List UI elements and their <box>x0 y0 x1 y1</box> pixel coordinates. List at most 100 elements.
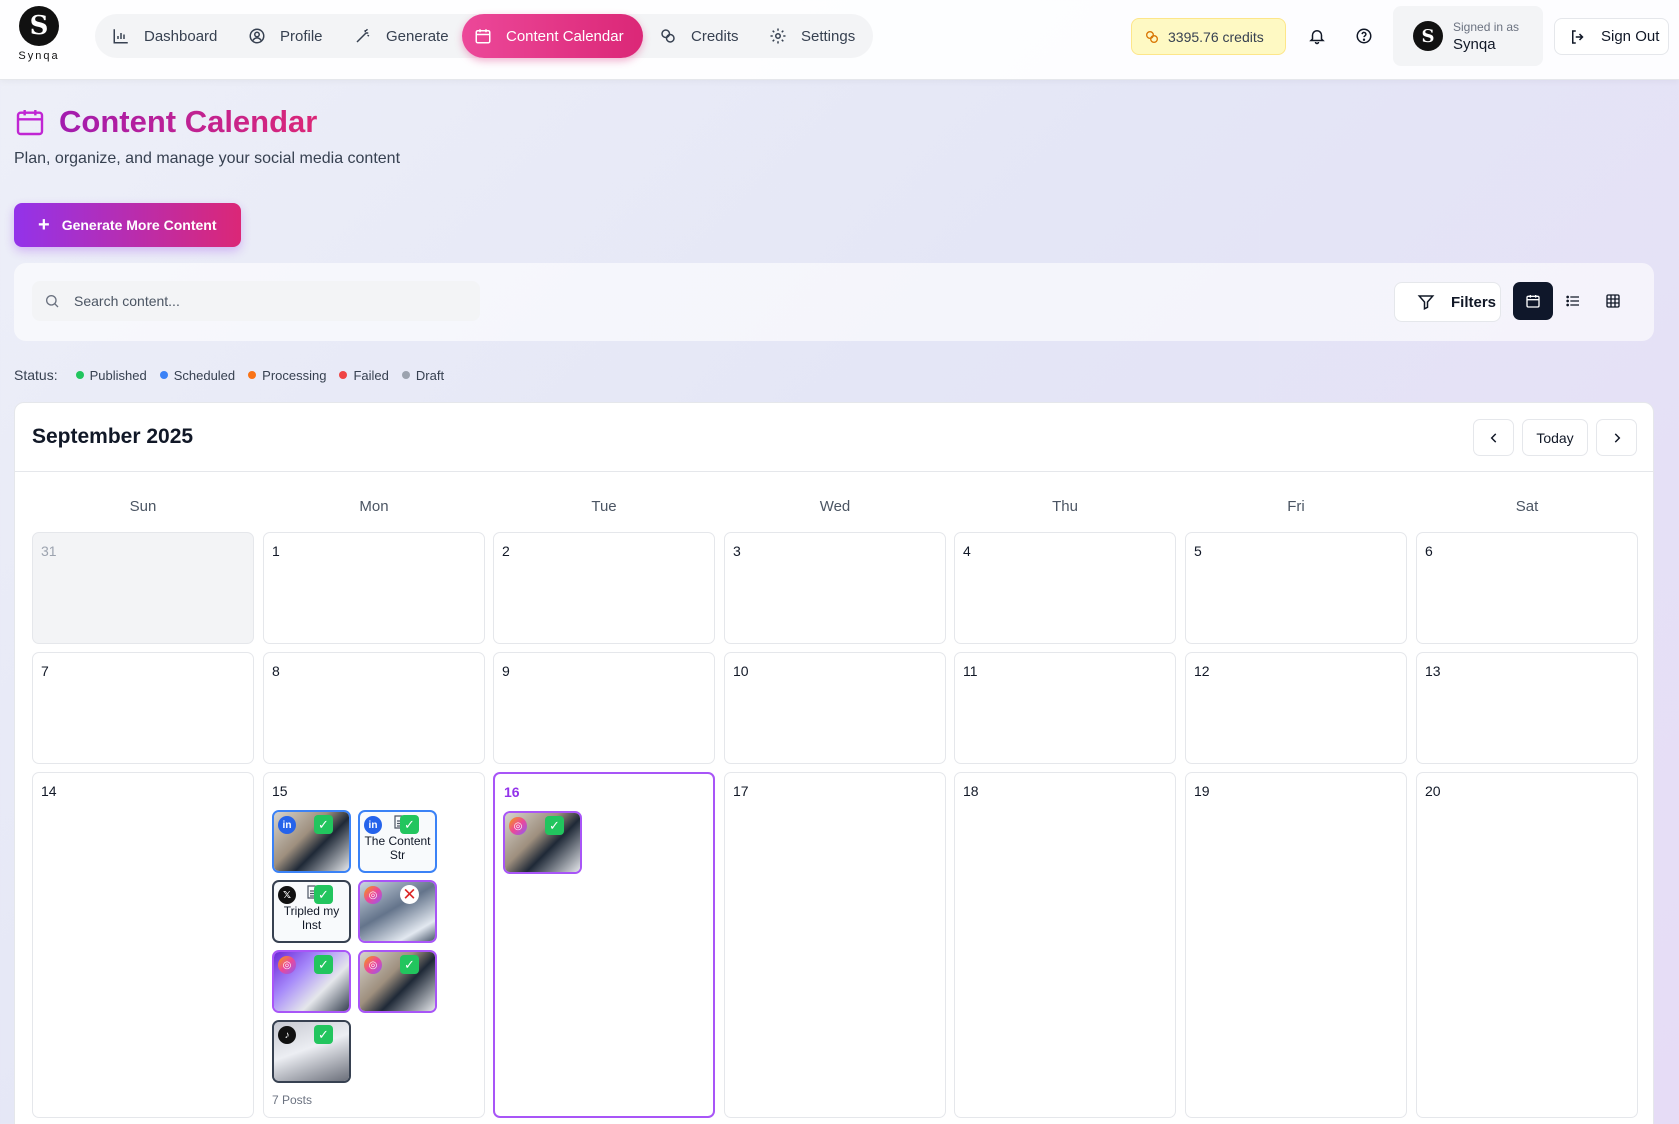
calendar-view-button[interactable] <box>1513 282 1553 320</box>
day-number: 15 <box>272 783 288 799</box>
sign-out-label: Sign Out <box>1601 28 1660 45</box>
day-number: 7 <box>41 663 49 679</box>
nav-label: Settings <box>801 27 856 45</box>
calendar-day-15[interactable]: 15 in ✓ The Content Str in ✓ Tripled my Inst 𝕏 ✓… <box>263 772 485 1118</box>
brand-name: Synqa <box>18 50 60 62</box>
post-thumbnail[interactable]: The Content Str in ✓ <box>358 810 437 873</box>
today-button[interactable]: Today <box>1522 419 1588 456</box>
legend-text: Failed <box>353 367 389 383</box>
day-number: 18 <box>963 783 979 799</box>
grid-view-button[interactable] <box>1593 282 1633 320</box>
instagram-icon: ◎ <box>278 956 296 974</box>
calendar-day-3[interactable]: 3 <box>724 532 946 644</box>
day-number: 19 <box>1194 783 1210 799</box>
weekday-header: Mon <box>359 498 389 515</box>
nav-item-content-calendar[interactable]: Content Calendar <box>462 14 643 58</box>
filters-button[interactable]: Filters <box>1394 282 1501 322</box>
nav-label: Credits <box>691 27 739 45</box>
list-view-button[interactable] <box>1553 282 1593 320</box>
linkedin-icon: in <box>364 816 382 834</box>
legend-label: Status: <box>14 367 58 383</box>
help-circle-icon <box>1356 28 1372 44</box>
day-number: 3 <box>733 543 741 559</box>
calendar-day-12[interactable]: 12 <box>1185 652 1407 764</box>
user-account-box[interactable]: S Signed in as Synqa <box>1393 6 1543 66</box>
generate-button-label: Generate More Content <box>61 217 217 233</box>
linkedin-icon: in <box>278 816 296 834</box>
calendar-day-20[interactable]: 20 <box>1416 772 1638 1118</box>
calendar-day-7[interactable]: 7 <box>32 652 254 764</box>
day-number: 1 <box>272 543 280 559</box>
magic-wand-icon <box>356 28 370 43</box>
status-legend: Status: Published Scheduled Processing F… <box>14 367 457 383</box>
published-check-icon: ✓ <box>545 816 564 835</box>
calendar-icon <box>16 110 44 136</box>
search-box[interactable] <box>32 281 480 321</box>
status-dot <box>401 371 410 379</box>
legend-item-processing: Processing <box>248 368 326 383</box>
calendar-day-5[interactable]: 5 <box>1185 532 1407 644</box>
next-month-button[interactable] <box>1596 419 1637 456</box>
calendar-day-16[interactable]: 16 ◎ ✓ <box>493 772 715 1118</box>
brand-logo[interactable]: S Synqa <box>16 6 62 62</box>
weekday-header: Wed <box>819 498 851 515</box>
calendar-day-31[interactable]: 31 <box>32 532 254 644</box>
weekday-header: Sun <box>129 498 157 515</box>
day-number: 9 <box>502 663 510 679</box>
post-thumbnail[interactable]: ◎ ✓ <box>358 950 437 1013</box>
failed-x-icon: ✕ <box>400 885 419 904</box>
legend-text: Processing <box>262 367 327 383</box>
help-button[interactable] <box>1352 24 1376 48</box>
list-icon <box>1566 295 1579 307</box>
nav-item-profile[interactable]: Profile <box>236 14 335 58</box>
calendar-day-18[interactable]: 18 <box>954 772 1176 1118</box>
calendar-day-11[interactable]: 11 <box>954 652 1176 764</box>
calendar-day-19[interactable]: 19 <box>1185 772 1407 1118</box>
calendar-day-9[interactable]: 9 <box>493 652 715 764</box>
calendar-day-10[interactable]: 10 <box>724 652 946 764</box>
post-thumbnail[interactable]: ◎ ✕ <box>358 880 437 943</box>
tiktok-icon: ♪ <box>278 1026 296 1044</box>
today-label: Today <box>1536 429 1574 446</box>
calendar-day-14[interactable]: 14 <box>32 772 254 1118</box>
nav-item-dashboard[interactable]: Dashboard <box>100 14 229 58</box>
generate-more-content-button[interactable]: + Generate More Content <box>14 203 241 247</box>
post-thumbnail[interactable]: in ✓ <box>272 810 351 873</box>
legend-item-scheduled: Scheduled <box>159 368 235 383</box>
grid-icon <box>1606 294 1620 308</box>
weekday-header: Thu <box>1052 498 1078 515</box>
status-dot <box>248 371 257 379</box>
calendar-day-6[interactable]: 6 <box>1416 532 1638 644</box>
post-thumbnail[interactable]: Tripled my Inst 𝕏 ✓ <box>272 880 351 943</box>
prev-month-button[interactable] <box>1473 419 1514 456</box>
top-nav-bar: S Synqa Dashboard Profile Generate Conte… <box>0 0 1679 80</box>
calendar-day-1[interactable]: 1 <box>263 532 485 644</box>
nav-label: Generate <box>386 27 449 45</box>
post-thumbnail[interactable]: ◎ ✓ <box>272 950 351 1013</box>
sign-out-button[interactable]: Sign Out <box>1554 18 1669 55</box>
bar-chart-icon <box>113 29 128 44</box>
calendar-day-17[interactable]: 17 <box>724 772 946 1118</box>
post-thumbnail[interactable]: ♪ ✓ <box>272 1020 351 1083</box>
status-dot <box>339 371 348 379</box>
post-thumbnail[interactable]: ◎ ✓ <box>503 811 582 874</box>
notifications-button[interactable] <box>1305 24 1329 48</box>
page-title-row: Content Calendar <box>14 104 317 140</box>
day-number: 4 <box>963 543 971 559</box>
nav-item-generate[interactable]: Generate <box>342 14 461 58</box>
search-input[interactable] <box>74 293 454 309</box>
day-number: 6 <box>1425 543 1433 559</box>
bell-icon <box>1309 30 1325 45</box>
credits-badge[interactable]: 3395.76 credits <box>1131 18 1286 55</box>
calendar-icon <box>1526 295 1540 308</box>
nav-item-credits[interactable]: Credits <box>647 14 751 58</box>
nav-item-settings[interactable]: Settings <box>757 14 867 58</box>
calendar-day-13[interactable]: 13 <box>1416 652 1638 764</box>
day-number: 11 <box>963 663 978 679</box>
published-check-icon: ✓ <box>314 885 333 904</box>
credits-balance: 3395.76 credits <box>1168 28 1264 45</box>
calendar-day-4[interactable]: 4 <box>954 532 1176 644</box>
calendar-day-8[interactable]: 8 <box>263 652 485 764</box>
calendar-day-2[interactable]: 2 <box>493 532 715 644</box>
calendar-card: September 2025 Today Sun Mon Tue Wed Thu Fri S… <box>14 402 1654 1124</box>
